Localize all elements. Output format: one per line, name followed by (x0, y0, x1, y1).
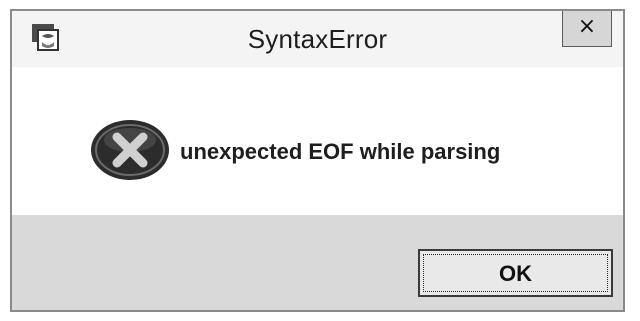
ok-button-label: OK (499, 261, 532, 286)
message-area: unexpected EOF while parsing (12, 67, 623, 207)
button-bar: OK (12, 215, 623, 310)
close-icon: × (577, 14, 597, 39)
syntax-error-dialog: SyntaxError × unexpected EOF while parsi… (10, 9, 625, 312)
window-title: SyntaxError (247, 24, 388, 54)
ok-button[interactable]: OK (418, 249, 613, 297)
error-icon (88, 118, 172, 182)
error-message: unexpected EOF while parsing (180, 139, 501, 164)
close-button[interactable]: × (562, 11, 612, 47)
title-bar[interactable]: SyntaxError × (12, 11, 623, 68)
